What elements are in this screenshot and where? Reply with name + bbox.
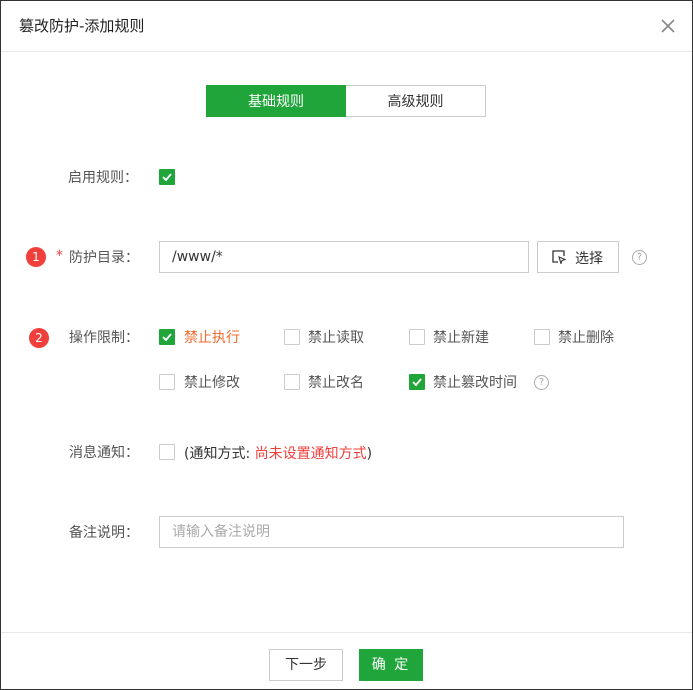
- forbid-read-checkbox[interactable]: [284, 329, 300, 345]
- forbid-create-label: 禁止新建: [433, 330, 489, 346]
- dialog-title: 篡改防护-添加规则: [19, 17, 145, 35]
- tab-advanced-rules[interactable]: 高级规则: [346, 85, 486, 117]
- folder-select-icon: [552, 250, 566, 264]
- tab-basic-rules[interactable]: 基础规则: [206, 85, 346, 117]
- notification-method: (通知方式: 尚未设置通知方式): [184, 443, 372, 463]
- remark-label: 备注说明：: [69, 525, 139, 541]
- close-icon[interactable]: [658, 16, 678, 36]
- protect-dir-label: 防护目录：: [69, 250, 139, 266]
- protect-dir-input[interactable]: [159, 241, 529, 273]
- check-icon: [162, 333, 172, 342]
- forbid-tamper-time-checkbox[interactable]: [409, 374, 425, 390]
- dialog-footer: [1, 632, 692, 689]
- notification-suffix: ): [366, 446, 373, 462]
- dialog-header: 篡改防护-添加规则: [1, 1, 692, 52]
- enable-rule-label: 启用规则：: [68, 170, 138, 186]
- question-circle-icon[interactable]: ?: [632, 250, 647, 265]
- next-step-button[interactable]: 下一步: [269, 649, 343, 681]
- forbid-delete-label: 禁止删除: [558, 330, 614, 346]
- step-badge-1: 1: [26, 247, 46, 267]
- question-circle-icon[interactable]: ?: [534, 375, 549, 390]
- notification-label: 消息通知：: [69, 445, 139, 461]
- forbid-execute-label: 禁止执行: [184, 330, 240, 346]
- forbid-rename-checkbox[interactable]: [284, 374, 300, 390]
- select-dir-button[interactable]: 选择: [537, 241, 619, 273]
- notification-status[interactable]: 尚未设置通知方式: [255, 446, 367, 462]
- required-mark: *: [56, 248, 63, 264]
- forbid-modify-checkbox[interactable]: [159, 374, 175, 390]
- forbid-read-label: 禁止读取: [308, 330, 364, 346]
- remark-input[interactable]: [159, 516, 624, 548]
- forbid-rename-label: 禁止改名: [308, 375, 364, 391]
- enable-rule-checkbox[interactable]: [159, 169, 175, 185]
- confirm-button[interactable]: 确 定: [359, 649, 423, 681]
- forbid-create-checkbox[interactable]: [409, 329, 425, 345]
- rule-tabs: 基础规则 高级规则: [206, 85, 486, 117]
- check-icon: [412, 378, 422, 387]
- notification-prefix: (通知方式:: [184, 446, 255, 462]
- forbid-tamper-time-label: 禁止篡改时间: [433, 375, 517, 391]
- step-badge-2: 2: [29, 328, 49, 348]
- select-dir-label: 选择: [575, 251, 603, 267]
- operation-limit-label: 操作限制：: [69, 330, 139, 346]
- add-rule-dialog: 篡改防护-添加规则 基础规则 高级规则 启用规则： 1 * 防护目录： 选择 ?…: [0, 0, 693, 690]
- forbid-modify-label: 禁止修改: [184, 375, 240, 391]
- notification-checkbox[interactable]: [159, 444, 175, 460]
- forbid-delete-checkbox[interactable]: [534, 329, 550, 345]
- check-icon: [162, 173, 172, 182]
- forbid-execute-checkbox[interactable]: [159, 329, 175, 345]
